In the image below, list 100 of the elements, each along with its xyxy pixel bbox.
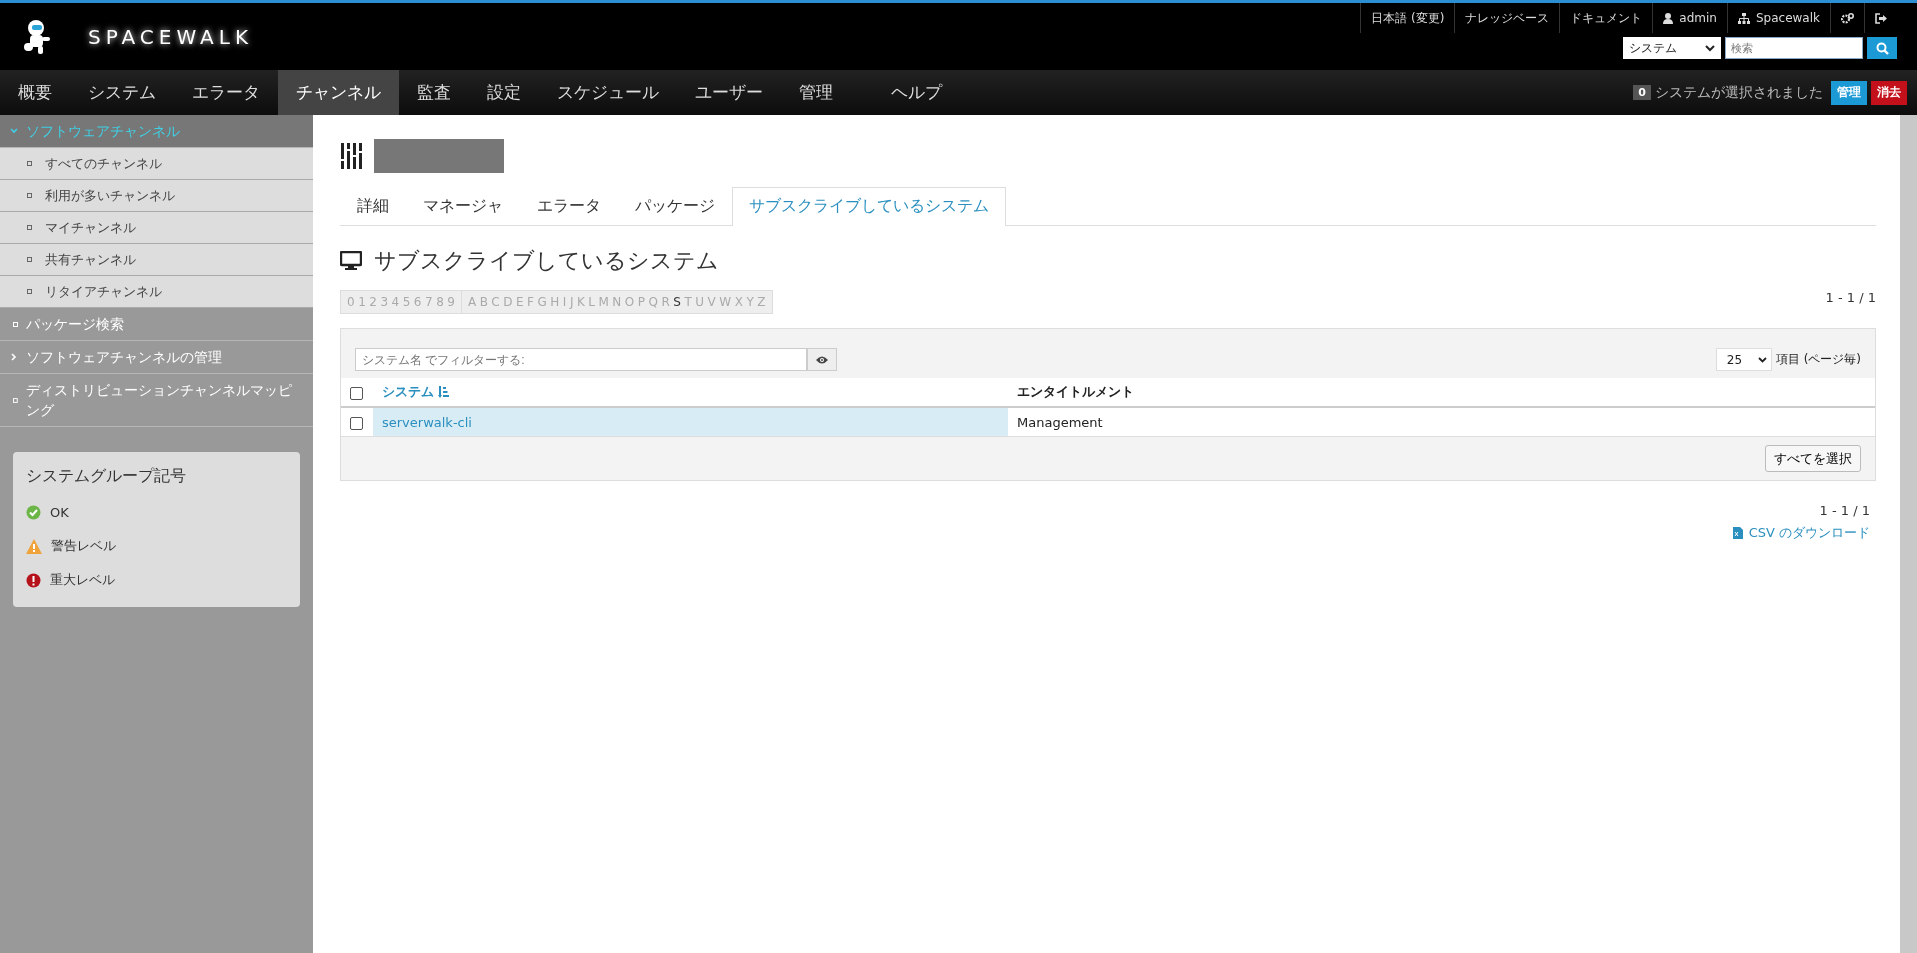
search-scope-select[interactable]: システム [1623,37,1721,59]
column-header: エンタイトルメント [1008,378,1875,407]
alphabet-letter: J [569,295,574,309]
alphabet-letter: X [734,295,743,309]
legend-label: OK [50,504,69,520]
sidebar-subitem[interactable]: リタイアチャンネル [0,276,313,308]
header-link[interactable]: Spacewalk [1726,3,1830,33]
alphabet-letter: K [576,295,585,309]
content-tab[interactable]: サブスクライブしているシステム [732,187,1006,226]
chevron-icon [10,127,18,135]
user-icon [1663,12,1674,24]
alphabet-letter: Y [746,295,754,309]
warning-icon [26,538,42,554]
alphabet-letter: T [684,295,692,309]
sidebar-subitem[interactable]: 共有チャンネル [0,244,313,276]
eye-icon [816,355,828,364]
gears-icon [1841,12,1854,24]
alphabet-letter: L [588,295,595,309]
alphabet-letter[interactable]: S [673,295,681,309]
bullet-icon [13,321,18,327]
legend-label: 警告レベル [51,537,116,555]
header-link[interactable]: ナレッジベース [1454,3,1560,33]
nav-tab[interactable]: チャンネル [278,70,399,115]
alphabet-letter: 0 [347,295,355,309]
sidebar-subitem[interactable]: すべてのチャンネル [0,148,313,180]
bullet-icon [27,225,32,230]
alphabet-letter: O [624,295,635,309]
alphabet-letter: H [550,295,560,309]
header-link[interactable]: admin [1652,3,1727,33]
row-checkbox[interactable] [350,416,363,430]
caret-icon [1705,44,1715,52]
search-icon [1875,41,1889,55]
page-size-select[interactable]: 25 [1715,348,1772,371]
nav-tab[interactable]: システム [70,70,174,115]
alphabet-letter: V [707,295,716,309]
select-all-button[interactable]: すべてを選択 [1765,445,1861,472]
header-link[interactable]: ドキュメント [1559,3,1653,33]
content-tab[interactable]: マネージャ [406,187,520,225]
legend-label: 重大レベル [50,571,115,589]
select-all-checkbox[interactable] [350,386,363,400]
bullet-icon [27,289,32,294]
caret-icon [1757,356,1767,363]
alphabet-letter: A [467,295,477,309]
scrollbar[interactable] [1900,115,1917,953]
filter-field[interactable]: システム名 でフィルターする: [355,348,807,371]
alphabet-letter: 1 [358,295,366,309]
alphabet-letter: Q [648,295,658,309]
alphabet-letter: G [537,295,547,309]
sliders-icon [340,143,362,169]
alphabet-letter: M [598,295,609,309]
alphabet-letter: R [661,295,670,309]
legend-title: システムグループ記号 [26,466,187,487]
hierarchy-icon [1737,12,1750,24]
alphabet-letter: D [503,295,513,309]
nav-tab[interactable]: 概要 [0,70,70,115]
nav-tab[interactable]: エラータ [174,70,278,115]
logo-text: SPACEWALK [88,24,254,49]
sort-icon [438,386,449,398]
nav-tab[interactable]: スケジュール [539,70,677,115]
check-circle-icon [26,504,41,520]
column-header[interactable]: システム [382,383,449,401]
clear-button[interactable]: 消去 [1871,80,1907,105]
csv-download-link[interactable]: CSV のダウンロード [1732,524,1870,542]
alphabet-letter: U [695,295,705,309]
nav-tab[interactable]: ヘルプ [851,70,960,115]
monitor-icon [340,251,362,271]
nav-tab[interactable]: 設定 [469,70,539,115]
search-field[interactable]: 検索 [1725,37,1863,59]
alphabet-letter: E [516,295,524,309]
alphabet-letter: N [612,295,622,309]
pagination-count: 1 - 1 / 1 [1819,503,1870,518]
filter-button[interactable] [807,348,837,371]
alphabet-letter: 6 [413,295,422,309]
alphabet-letter: 9 [447,295,455,309]
nav-tab[interactable]: ユーザー [677,70,781,115]
table-cell: Management [1008,407,1875,437]
count-badge: 0 [1633,85,1651,100]
sidebar-subitem[interactable]: マイチャンネル [0,212,313,244]
content-tab[interactable]: 詳細 [340,187,406,225]
content-tab[interactable]: パッケージ [618,187,732,225]
sidebar-subitem[interactable]: 利用が多いチャンネル [0,180,313,212]
nav-tab[interactable]: 監査 [399,70,469,115]
pagination-count: 1 - 1 / 1 [1825,290,1876,305]
alphabet-letter: 2 [369,295,377,309]
bullet-icon [13,397,18,403]
page-size-label: 項目 (ページ毎) [1775,351,1861,368]
section-title: サブスクライブしているシステム [374,247,719,275]
header-link[interactable]: 日本語 (変更) [1360,3,1455,33]
alphabet-letter: 7 [425,295,433,309]
chevron-icon [10,353,18,361]
bullet-icon [27,193,32,198]
nav-tab[interactable]: 管理 [781,70,851,115]
alphabet-letter: P [637,295,646,309]
file-icon [1732,527,1743,539]
alphabet-letter: F [527,295,534,309]
alphabet-letter: W [719,295,732,309]
content-tab[interactable]: エラータ [520,187,618,225]
selected-systems-text: システムが選択されました [1655,83,1823,102]
alphabet-letter: 4 [391,295,400,309]
alphabet-letter: 5 [402,295,411,309]
